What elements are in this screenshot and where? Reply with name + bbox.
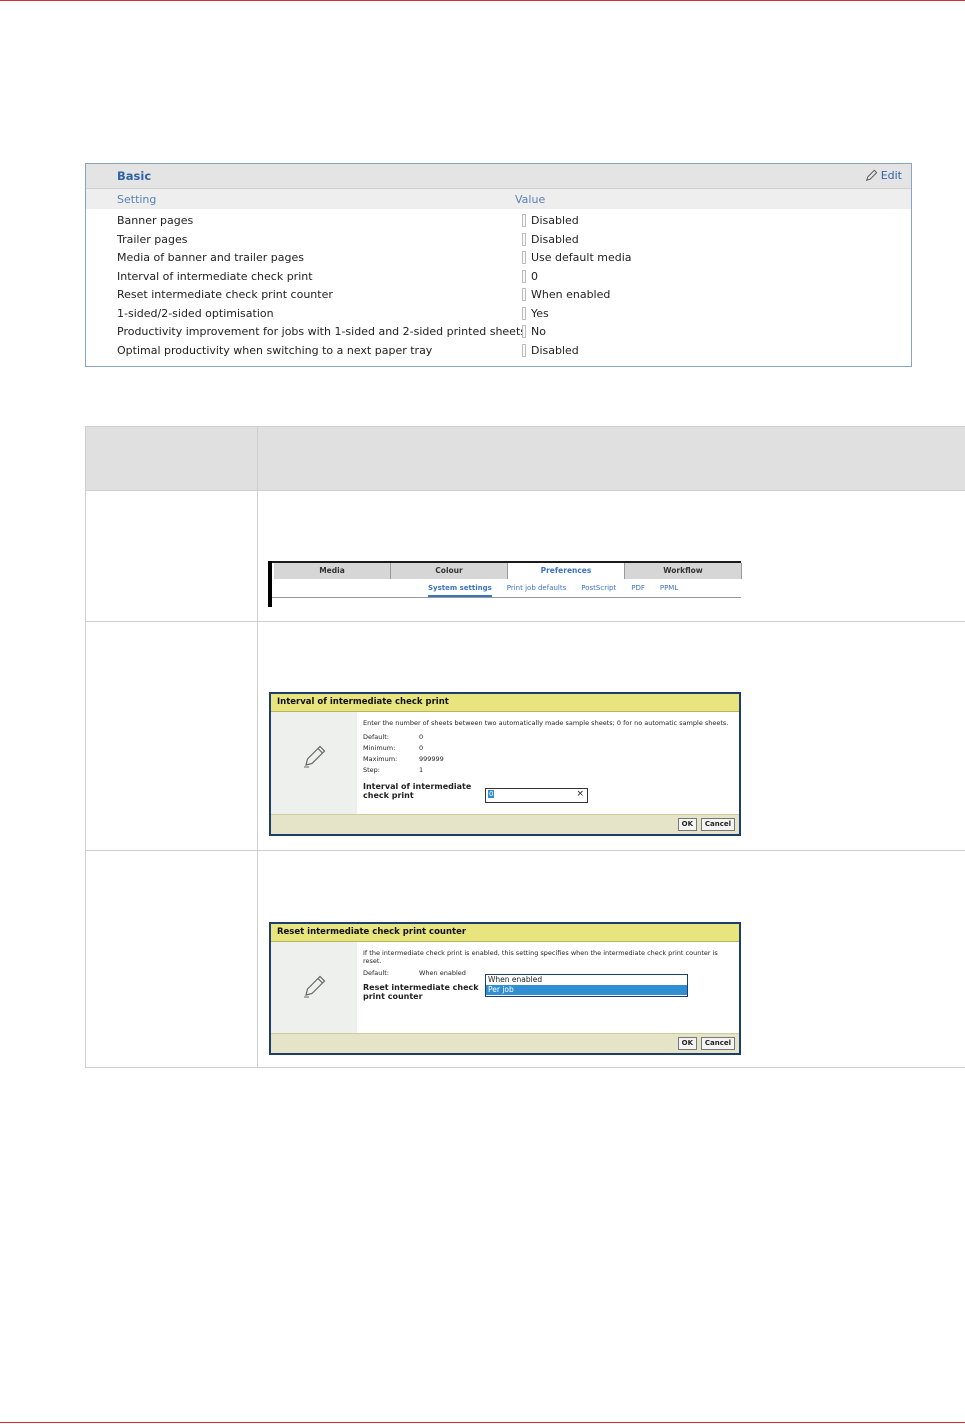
value-marker <box>522 306 526 320</box>
pencil-icon <box>304 975 326 998</box>
setting-name: Interval of intermediate check print <box>117 269 313 283</box>
setting-row: Banner pages Disabled <box>86 212 911 231</box>
sub-tabs: System settings Print job defaults PostS… <box>428 584 678 597</box>
clear-icon[interactable]: × <box>576 789 584 799</box>
cancel-button[interactable]: Cancel <box>700 1037 735 1050</box>
left-edge <box>268 561 272 607</box>
setting-value: Yes <box>531 306 549 320</box>
interval-dialog: Interval of intermediate check print Ent… <box>269 692 741 836</box>
top-rule <box>0 0 965 1</box>
subtab-print-job-defaults[interactable]: Print job defaults <box>507 584 567 597</box>
dialog-description: If the intermediate check print is enabl… <box>363 949 718 965</box>
setting-value: Disabled <box>531 214 579 227</box>
option-per-job[interactable]: Per job <box>486 985 687 995</box>
dialog-footer: OK Cancel <box>271 814 739 834</box>
cancel-button[interactable]: Cancel <box>700 818 735 831</box>
setting-name: Banner pages <box>117 214 194 227</box>
column-divider <box>257 427 258 1067</box>
reset-counter-select[interactable]: When enabled Per job <box>485 974 688 997</box>
default-label: Default: <box>363 969 389 977</box>
value-marker <box>522 269 526 283</box>
maximum-label: Maximum: <box>363 755 398 763</box>
subtab-pdf[interactable]: PDF <box>631 584 645 597</box>
value-marker <box>522 325 526 338</box>
pencil-icon <box>865 169 878 181</box>
setting-name: Reset intermediate check print counter <box>117 288 333 301</box>
setting-value: When enabled <box>531 288 611 301</box>
dialog-icon-panel <box>271 942 357 1033</box>
default-value: When enabled <box>419 969 466 977</box>
maximum-value: 999999 <box>419 755 444 763</box>
tab-workflow[interactable]: Workflow <box>625 563 742 579</box>
value-marker <box>522 288 526 301</box>
tab-preferences[interactable]: Preferences <box>508 563 625 579</box>
tab-media[interactable]: Media <box>274 563 391 579</box>
dialog-title: Reset intermediate check print counter <box>271 924 739 942</box>
setting-row: Media of banner and trailer pages Use def… <box>86 249 911 268</box>
row-divider <box>86 621 965 622</box>
subtab-postscript[interactable]: PostScript <box>581 584 616 597</box>
row-divider <box>86 490 965 491</box>
value-marker <box>522 214 526 227</box>
setting-row: Interval of intermediate check print 0 <box>86 268 911 287</box>
setting-name: 1-sided/2-sided optimisation <box>117 306 274 320</box>
interval-input[interactable]: 0 × <box>485 788 588 803</box>
setting-row: Reset intermediate check print counter Wh… <box>86 286 911 305</box>
setting-row: Optimal productivity when switching to a… <box>86 342 911 361</box>
setting-value: Disabled <box>531 232 579 246</box>
setting-row: Productivity improvement for jobs with 1… <box>86 323 911 342</box>
step-value: 1 <box>419 766 424 774</box>
setting-row: 1-sided/2-sided optimisation Yes <box>86 305 911 324</box>
basic-settings-panel: Basic Edit Setting Value Banner pages Dis… <box>85 163 912 367</box>
setting-value: No <box>531 325 546 338</box>
setting-value: Disabled <box>531 343 579 357</box>
ok-button[interactable]: OK <box>677 818 697 831</box>
tab-strip-screenshot: Media Colour Preferences Workflow System… <box>268 561 742 607</box>
setting-name: Trailer pages <box>117 232 188 246</box>
edit-button[interactable]: Edit <box>864 168 902 183</box>
dialog-icon-panel <box>271 712 357 814</box>
setting-value: Use default media <box>531 251 632 264</box>
tab-colour[interactable]: Colour <box>391 563 508 579</box>
default-label: Default: <box>363 733 389 741</box>
column-header: Setting Value <box>86 189 911 209</box>
ok-button[interactable]: OK <box>677 1037 697 1050</box>
value-marker <box>522 232 526 246</box>
edit-label: Edit <box>880 169 902 182</box>
setting-name: Optimal productivity when switching to a… <box>117 343 433 357</box>
option-when-enabled[interactable]: When enabled <box>486 975 687 985</box>
value-marker <box>522 343 526 357</box>
subtab-ppml[interactable]: PPML <box>660 584 678 597</box>
setting-value: 0 <box>531 269 538 283</box>
step-label: Step: <box>363 766 380 774</box>
minimum-value: 0 <box>419 744 424 752</box>
reset-dialog: Reset intermediate check print counter I… <box>269 922 741 1055</box>
pencil-icon <box>304 745 326 768</box>
settings-list: Banner pages Disabled Trailer pages Disabl… <box>86 209 911 360</box>
table-header <box>86 427 965 490</box>
setting-row: Trailer pages Disabled <box>86 231 911 250</box>
setting-name: Media of banner and trailer pages <box>117 251 304 264</box>
dialog-title: Interval of intermediate check print <box>271 694 739 712</box>
bottom-rule <box>0 1422 965 1423</box>
dialog-footer: OK Cancel <box>271 1033 739 1053</box>
panel-header: Basic Edit <box>86 164 911 189</box>
dialog-description: Enter the number of sheets between two a… <box>363 719 729 727</box>
input-value: 0 <box>488 790 495 798</box>
value-marker <box>522 251 526 264</box>
subtab-system-settings[interactable]: System settings <box>428 584 492 597</box>
main-tabs: Media Colour Preferences Workflow <box>274 563 742 579</box>
setting-column-label: Setting <box>117 193 157 206</box>
value-column-label: Value <box>515 193 546 206</box>
setting-name: Productivity improvement for jobs with 1… <box>117 325 526 338</box>
minimum-label: Minimum: <box>363 744 396 752</box>
row-divider <box>86 850 965 851</box>
panel-title: Basic <box>117 169 152 183</box>
default-value: 0 <box>419 733 424 741</box>
subtab-baseline <box>272 597 741 598</box>
